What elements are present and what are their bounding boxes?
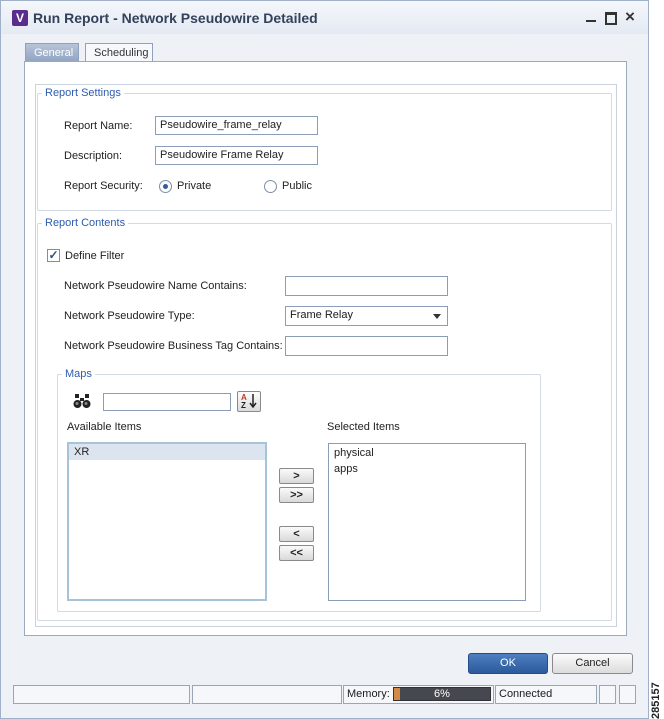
title-bar[interactable]: V Run Report - Network Pseudowire Detail… (1, 1, 648, 34)
list-item[interactable]: XR (69, 444, 265, 460)
connection-status: Connected (495, 685, 597, 704)
memory-label: Memory: (347, 688, 390, 700)
pseudowire-type-select[interactable]: Frame Relay (285, 306, 448, 326)
move-left-button[interactable]: < (279, 526, 314, 542)
available-items-list[interactable]: XR (67, 442, 267, 601)
private-radio[interactable] (159, 180, 172, 193)
list-item[interactable]: apps (329, 461, 525, 477)
description-label: Description: (64, 150, 123, 162)
status-cell-6 (599, 685, 616, 704)
memory-percent: 6% (434, 688, 450, 700)
available-items-label: Available Items (67, 421, 142, 433)
minimize-icon[interactable] (584, 9, 600, 25)
business-tag-label: Network Pseudowire Business Tag Contains… (64, 340, 283, 352)
sort-az-button[interactable]: A Z (237, 391, 261, 412)
define-filter-label: Define Filter (65, 250, 125, 262)
selected-items-label: Selected Items (327, 421, 400, 433)
report-security-label: Report Security: (64, 180, 143, 192)
selected-items-list[interactable]: physical apps (328, 443, 526, 601)
report-name-input[interactable]: Pseudowire_frame_relay (155, 116, 318, 135)
memory-progress-bar: 6% (393, 687, 491, 701)
description-input[interactable]: Pseudowire Frame Relay (155, 146, 318, 165)
private-radio-label: Private (177, 180, 212, 192)
sort-az-icon: A Z (241, 393, 257, 410)
public-radio[interactable] (264, 180, 277, 193)
name-contains-label: Network Pseudowire Name Contains: (64, 280, 247, 292)
pseudowire-type-label: Network Pseudowire Type: (64, 310, 195, 322)
window-title: Run Report - Network Pseudowire Detailed (33, 10, 318, 26)
maps-search-input[interactable] (103, 393, 231, 411)
public-radio-label: Public (282, 180, 312, 192)
move-right-button[interactable]: > (279, 468, 314, 484)
close-icon[interactable]: × (622, 8, 638, 25)
list-item[interactable]: physical (329, 445, 525, 461)
define-filter-checkbox[interactable]: ✓ (47, 249, 60, 262)
tab-scheduling[interactable]: Scheduling (85, 43, 153, 62)
report-settings-legend: Report Settings (45, 87, 121, 99)
svg-text:Z: Z (241, 401, 246, 410)
name-contains-input[interactable] (285, 276, 448, 296)
maximize-icon[interactable] (603, 9, 619, 25)
report-name-label: Report Name: (64, 120, 133, 132)
binoculars-icon (73, 393, 91, 409)
move-all-left-button[interactable]: << (279, 545, 314, 561)
ok-button[interactable]: OK (468, 653, 548, 674)
tab-general[interactable]: General (25, 43, 79, 62)
move-all-right-button[interactable]: >> (279, 487, 314, 503)
app-icon: V (12, 10, 28, 26)
status-cell-2 (192, 685, 342, 704)
business-tag-input[interactable] (285, 336, 448, 356)
report-settings-group: Report Settings (37, 87, 612, 211)
cancel-button[interactable]: Cancel (552, 653, 633, 674)
chevron-down-icon (433, 314, 441, 319)
pseudowire-type-value: Frame Relay (290, 309, 353, 321)
status-cell-1 (13, 685, 190, 704)
report-contents-legend: Report Contents (45, 217, 126, 229)
maps-legend: Maps (65, 368, 92, 380)
status-cell-7 (619, 685, 636, 704)
figure-id: 285157 (650, 682, 662, 719)
